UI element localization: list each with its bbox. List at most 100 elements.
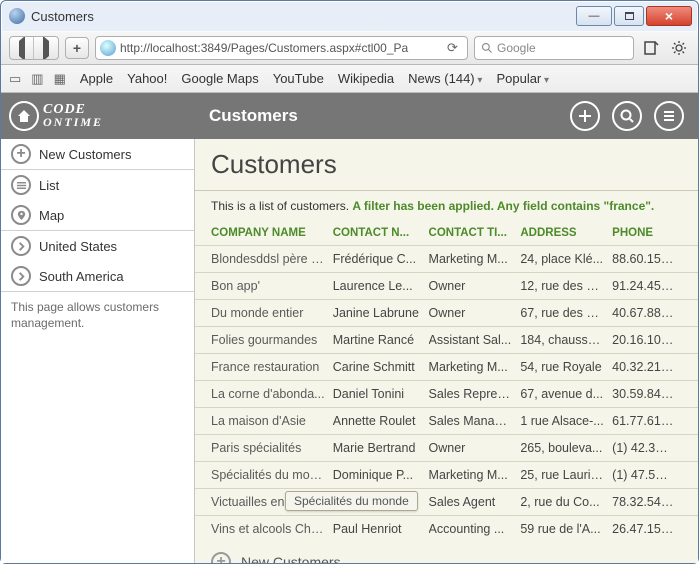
new-tab-button[interactable]: + [65, 37, 89, 59]
sidebar-south-america[interactable]: South America [1, 261, 194, 291]
cell-company: Paris spécialités [211, 441, 333, 455]
table-row[interactable]: Bon app'Laurence Le...Owner12, rue des B… [195, 272, 698, 299]
table-row[interactable]: Paris spécialitésMarie BertrandOwner265,… [195, 434, 698, 461]
bookmark-link[interactable]: Apple [80, 71, 113, 86]
cell-contact: Laurence Le... [333, 279, 429, 293]
main: Customers This is a list of customers. A… [195, 139, 698, 563]
add-button[interactable] [570, 101, 600, 131]
bookmark-link[interactable]: YouTube [273, 71, 324, 86]
cell-contact: Dominique P... [333, 468, 429, 482]
maximize-button[interactable] [614, 6, 644, 26]
cell-company: Vins et alcools Che... [211, 522, 333, 536]
cell-phone: 88.60.15.31 [612, 252, 682, 266]
col-title[interactable]: CONTACT TI... [429, 227, 521, 239]
col-phone[interactable]: PHONE [612, 227, 682, 239]
col-company[interactable]: COMPANY NAME [211, 227, 333, 239]
cell-company: France restauration [211, 360, 333, 374]
sidebar-label: New Customers [39, 147, 131, 162]
cell-address: 67, avenue d... [520, 387, 612, 401]
bookmark-link[interactable]: News (144) [408, 71, 482, 86]
reader-icon[interactable]: ▥ [31, 71, 43, 87]
pin-icon [11, 205, 31, 225]
bookmark-bar: ▭ ▥ ▦ Apple Yahoo! Google Maps YouTube W… [1, 65, 698, 93]
table-row[interactable]: Folies gourmandesMartine RancéAssistant … [195, 326, 698, 353]
sidebar-info: This page allows customers management. [1, 292, 194, 339]
table-row[interactable]: La corne d'abonda...Daniel ToniniSales R… [195, 380, 698, 407]
footer-add-label: New Customers [241, 554, 341, 563]
app-icon [9, 8, 25, 24]
menu-button[interactable] [654, 101, 684, 131]
table-row[interactable]: Du monde entierJanine LabruneOwner67, ru… [195, 299, 698, 326]
window: Customers — × + ⟳ Google ▭ [0, 0, 699, 564]
table-row[interactable]: Blondesddsl père e...Frédérique C...Mark… [195, 245, 698, 272]
sidebar-list[interactable]: List [1, 170, 194, 200]
cell-contact: Marie Bertrand [333, 441, 429, 455]
table-row[interactable]: Spécialités du mon...Dominique P...Marke… [195, 461, 698, 488]
cell-contact: Paul Henriot [333, 522, 429, 536]
tooltip: Spécialités du monde [285, 491, 418, 511]
back-button[interactable] [10, 37, 34, 59]
table-row[interactable]: France restaurationCarine SchmittMarketi… [195, 353, 698, 380]
page-title: Customers [195, 139, 698, 191]
col-address[interactable]: ADDRESS [520, 227, 612, 239]
cell-title: Marketing M... [429, 360, 521, 374]
titlebar: Customers — × [1, 1, 698, 31]
cell-title: Owner [429, 306, 521, 320]
globe-icon [100, 40, 116, 56]
window-buttons: — × [576, 6, 692, 26]
search-bar[interactable]: Google [474, 36, 634, 60]
cell-company: La corne d'abonda... [211, 387, 333, 401]
forward-button[interactable] [34, 37, 58, 59]
table-row[interactable]: Vins et alcools Che...Paul HenriotAccoun… [195, 515, 698, 542]
reload-button[interactable]: ⟳ [447, 40, 463, 56]
url-input[interactable] [120, 41, 443, 55]
cell-address: 25, rue Lauris... [520, 468, 612, 482]
logo[interactable]: CODEONTIME [1, 101, 195, 131]
cell-phone: 40.67.88.88 [612, 306, 682, 320]
sidebar-label: Map [39, 208, 64, 223]
footer-add[interactable]: + New Customers [195, 542, 698, 563]
address-bar[interactable]: ⟳ [95, 36, 468, 60]
cell-title: Owner [429, 279, 521, 293]
search-icon [481, 42, 493, 54]
bookmark-link[interactable]: Google Maps [181, 71, 258, 86]
cell-address: 67, rue des C... [520, 306, 612, 320]
cell-company: Folies gourmandes [211, 333, 333, 347]
cell-phone: 30.59.84.10 [612, 387, 682, 401]
cell-title: Marketing M... [429, 468, 521, 482]
cell-address: 12, rue des B... [520, 279, 612, 293]
sidebar-united-states[interactable]: United States [1, 231, 194, 261]
sidebar-label: South America [39, 269, 124, 284]
table-header: COMPANY NAME CONTACT N... CONTACT TI... … [195, 221, 698, 245]
cell-phone: (1) 42.34.... [612, 441, 682, 455]
downloads-button[interactable] [640, 37, 662, 59]
cell-title: Owner [429, 441, 521, 455]
cell-title: Sales Manager [429, 414, 521, 428]
cell-address: 59 rue de l'A... [520, 522, 612, 536]
customers-table: COMPANY NAME CONTACT N... CONTACT TI... … [195, 221, 698, 563]
sidebar: + New Customers List Map United States [1, 139, 195, 563]
bookmarks-icon[interactable]: ▭ [9, 71, 21, 87]
bookmark-link[interactable]: Wikipedia [338, 71, 394, 86]
table-row[interactable]: Victuailles enSales Agent2, rue du Co...… [195, 488, 698, 515]
settings-button[interactable] [668, 37, 690, 59]
cell-address: 24, place Klé... [520, 252, 612, 266]
bookmark-link[interactable]: Yahoo! [127, 71, 167, 86]
home-icon[interactable] [9, 101, 39, 131]
apps-icon[interactable]: ▦ [54, 71, 66, 87]
app-body: + New Customers List Map United States [1, 139, 698, 563]
table-row[interactable]: La maison d'AsieAnnette RouletSales Mana… [195, 407, 698, 434]
close-button[interactable]: × [646, 6, 692, 26]
sidebar-map[interactable]: Map [1, 200, 194, 230]
bookmark-link[interactable]: Popular [496, 71, 549, 86]
cell-title: Assistant Sal... [429, 333, 521, 347]
col-contact[interactable]: CONTACT N... [333, 227, 429, 239]
cell-title: Sales Repres... [429, 387, 521, 401]
sidebar-new-customers[interactable]: + New Customers [1, 139, 194, 169]
minimize-button[interactable]: — [576, 6, 612, 26]
search-button[interactable] [612, 101, 642, 131]
context-title: Customers [195, 106, 570, 126]
header-actions [570, 101, 698, 131]
list-icon [11, 175, 31, 195]
sidebar-label: United States [39, 239, 117, 254]
